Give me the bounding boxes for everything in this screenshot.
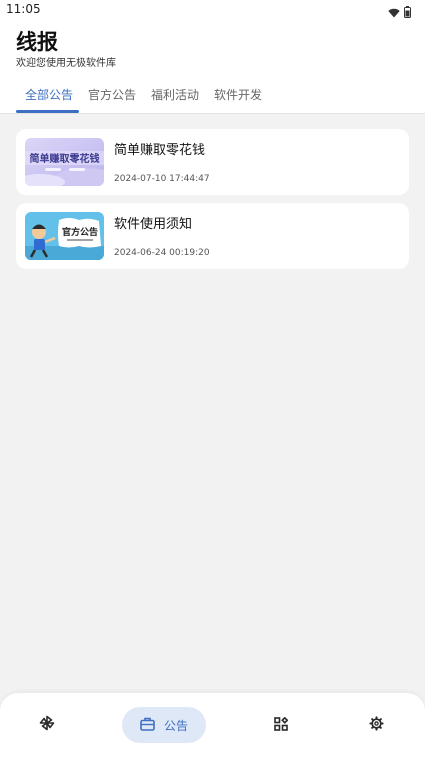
nav-home[interactable] xyxy=(29,707,65,743)
page-subtitle: 欢迎您使用无极软件库 xyxy=(16,58,116,69)
post-title: 软件使用须知 xyxy=(114,217,193,232)
battery-icon xyxy=(404,3,411,22)
gear-icon xyxy=(368,715,384,735)
status-icons xyxy=(388,3,411,22)
bottom-navigation: 公告 xyxy=(0,693,425,757)
post-date: 2024-06-24 00:19:20 xyxy=(114,248,210,258)
nav-settings[interactable] xyxy=(358,707,394,743)
status-bar: 11:05 xyxy=(0,0,425,20)
svg-text:官方公告: 官方公告 xyxy=(62,226,98,238)
apps-grid-icon xyxy=(274,716,289,735)
page-title: 线报 xyxy=(16,30,58,54)
status-time: 11:05 xyxy=(6,2,41,16)
svg-text:简单赚取零花钱: 简单赚取零花钱 xyxy=(30,152,100,165)
post-thumbnail: 简单赚取零花钱 xyxy=(25,138,104,186)
tab-software-development[interactable]: 软件开发 xyxy=(214,86,262,103)
post-title: 简单赚取零花钱 xyxy=(114,143,206,158)
post-card[interactable]: 简单赚取零花钱 简单赚取零花钱 2024-07-10 17:44:47 xyxy=(16,129,409,195)
header-area: 11:05 线报 欢迎您使用无极软件库 全部公告 官方公告 福利活动 软件开发 xyxy=(0,0,425,113)
tab-bar: 全部公告 官方公告 福利活动 软件开发 xyxy=(0,86,425,113)
pinwheel-icon xyxy=(39,715,55,735)
post-card[interactable]: 官方公告 软件使用须知 2024-06-24 00:19:20 xyxy=(16,203,409,269)
nav-apps[interactable] xyxy=(263,707,299,743)
header-divider xyxy=(0,113,425,114)
wifi-icon xyxy=(388,3,400,22)
nav-announcements[interactable]: 公告 xyxy=(122,707,206,743)
post-thumbnail: 官方公告 xyxy=(25,212,104,260)
tab-all-announcements[interactable]: 全部公告 xyxy=(25,86,73,103)
post-date: 2024-07-10 17:44:47 xyxy=(114,174,210,184)
tab-welfare-activities[interactable]: 福利活动 xyxy=(151,86,199,103)
nav-announcements-label: 公告 xyxy=(163,718,188,733)
tab-official-announcements[interactable]: 官方公告 xyxy=(88,86,136,103)
briefcase-icon xyxy=(140,716,155,735)
